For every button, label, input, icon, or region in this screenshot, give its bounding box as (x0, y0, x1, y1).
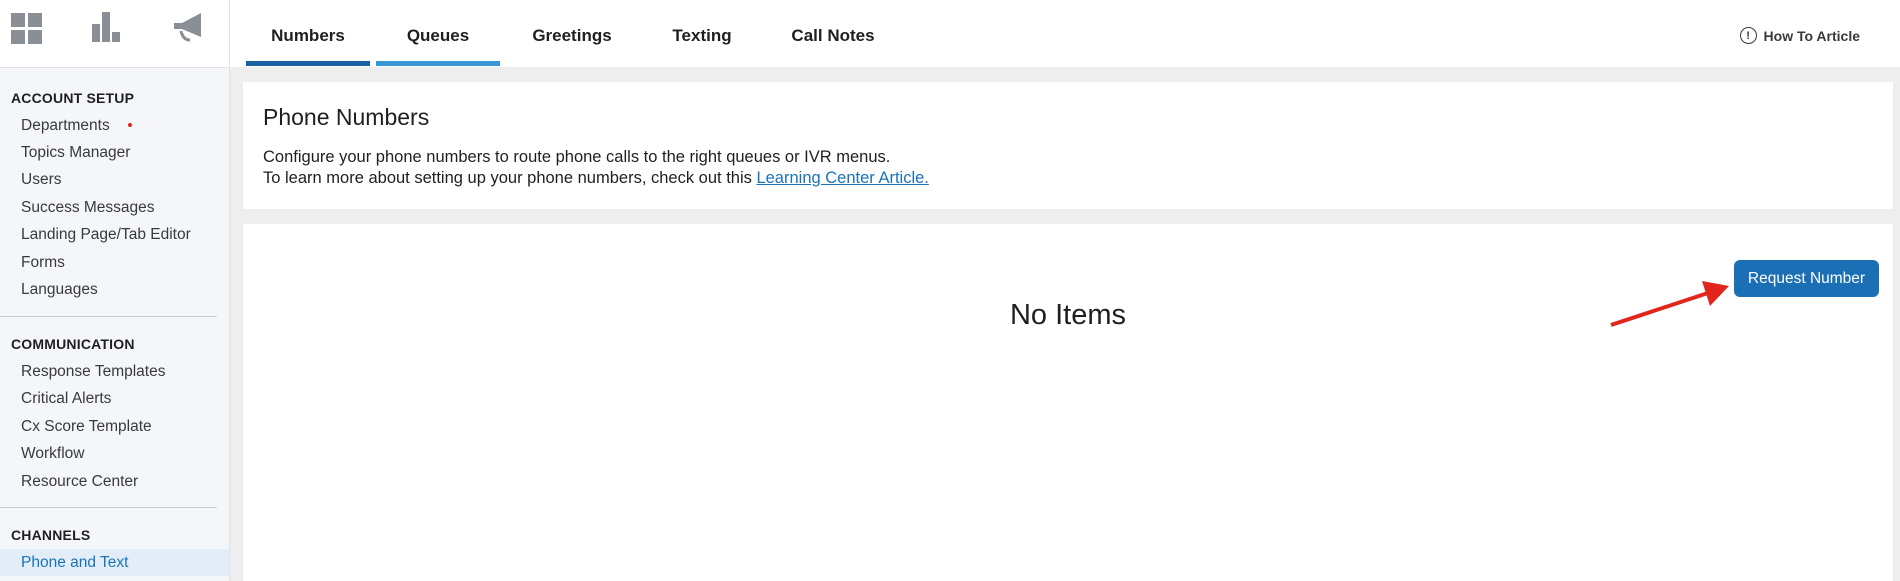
tab-queues[interactable]: Queues (376, 26, 500, 46)
sidebar-item-label: Critical Alerts (21, 390, 112, 407)
tab-hover-indicator (376, 61, 500, 66)
sidebar-item-landing-page-editor[interactable]: Landing Page/Tab Editor (0, 221, 229, 248)
sidebar-item-topics-manager[interactable]: Topics Manager (0, 139, 229, 166)
description-line-2: To learn more about setting up your phon… (263, 169, 929, 188)
learning-center-link[interactable]: Learning Center Article. (756, 169, 928, 187)
tab-bar: Numbers Queues Greetings Texting Call No… (230, 0, 1900, 67)
section-title-communication: COMMUNICATION (11, 336, 135, 352)
tab-active-indicator (246, 61, 370, 66)
sidebar-item-label: Topics Manager (21, 144, 131, 161)
main-content: Numbers Queues Greetings Texting Call No… (230, 0, 1900, 581)
sidebar-divider (0, 507, 217, 508)
description-line-1: Configure your phone numbers to route ph… (263, 148, 891, 166)
how-to-article-label: How To Article (1763, 27, 1860, 44)
sidebar-item-label: Landing Page/Tab Editor (21, 226, 191, 243)
how-to-article-link[interactable]: ! How To Article (1739, 27, 1860, 44)
sidebar-item-phone-and-text[interactable]: Phone and Text (0, 549, 229, 576)
phone-numbers-card: Phone Numbers Configure your phone numbe… (243, 82, 1893, 209)
megaphone-icon[interactable] (171, 10, 205, 44)
sidebar-item-label: Languages (21, 281, 98, 298)
sidebar-item-success-messages[interactable]: Success Messages (0, 194, 229, 221)
sidebar-item-critical-alerts[interactable]: Critical Alerts (0, 385, 229, 412)
sidebar-item-label: Resource Center (21, 473, 139, 490)
sidebar-item-label: Cx Score Template (21, 418, 152, 435)
sidebar-item-label: Departments (21, 117, 110, 134)
request-number-button[interactable]: Request Number (1734, 260, 1879, 297)
sidebar-item-forms[interactable]: Forms (0, 249, 229, 276)
sidebar-item-departments[interactable]: Departments (0, 112, 229, 139)
sidebar-item-label: Users (21, 171, 62, 188)
dashboard-icon[interactable] (10, 10, 44, 44)
sidebar-item-workflow[interactable]: Workflow (0, 440, 229, 467)
bar-chart-icon[interactable] (90, 10, 124, 44)
red-arrow-annotation (1610, 281, 1729, 327)
info-icon: ! (1739, 27, 1757, 44)
tab-numbers[interactable]: Numbers (246, 26, 370, 46)
notification-dot (127, 122, 132, 127)
page-title: Phone Numbers (263, 104, 430, 130)
tab-greetings[interactable]: Greetings (510, 26, 634, 46)
sidebar-item-resource-center[interactable]: Resource Center (0, 468, 229, 495)
sidebar-top-icons (0, 0, 229, 68)
tab-call-notes[interactable]: Call Notes (771, 26, 895, 46)
sidebar-item-cx-score-template[interactable]: Cx Score Template (0, 413, 229, 440)
sidebar-item-languages[interactable]: Languages (0, 276, 229, 303)
tab-texting[interactable]: Texting (640, 26, 764, 46)
sidebar: ACCOUNT SETUP Departments Topics Manager… (0, 0, 230, 581)
description-line-2-text: To learn more about setting up your phon… (263, 169, 757, 187)
sidebar-item-label: Forms (21, 254, 65, 271)
sidebar-item-users[interactable]: Users (0, 166, 229, 193)
section-title-account-setup: ACCOUNT SETUP (11, 90, 135, 106)
numbers-list-card: No Items Request Number (243, 224, 1893, 581)
sidebar-item-label: Workflow (21, 445, 85, 462)
sidebar-divider (0, 316, 217, 317)
sidebar-item-label: Response Templates (21, 363, 166, 380)
sidebar-item-label: Success Messages (21, 199, 155, 216)
section-title-channels: CHANNELS (11, 527, 91, 543)
sidebar-item-label: Phone and Text (21, 554, 129, 571)
sidebar-item-response-templates[interactable]: Response Templates (0, 358, 229, 385)
